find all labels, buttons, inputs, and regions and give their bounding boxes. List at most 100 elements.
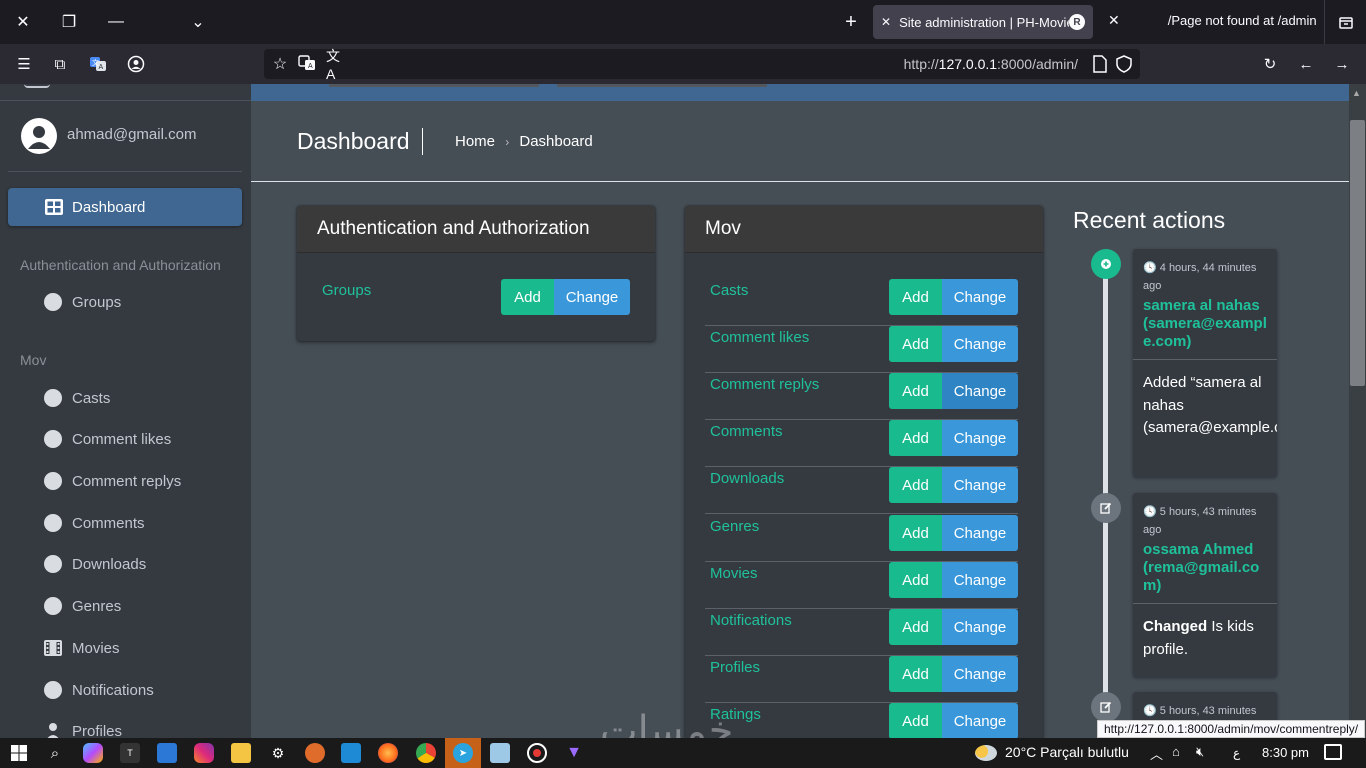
add-button[interactable]: Add (889, 515, 942, 551)
sidebar-item-casts[interactable]: Casts (44, 386, 110, 410)
add-button[interactable]: Add (889, 703, 942, 739)
typora-icon[interactable]: T (120, 743, 140, 763)
circle-icon (44, 514, 62, 532)
translate-extension-icon[interactable]: 文A (86, 52, 110, 76)
clock[interactable]: 8:30 pm (1262, 745, 1309, 760)
user-email[interactable]: ahmad@gmail.com (67, 126, 196, 143)
notepad-icon[interactable] (490, 743, 510, 763)
tab-page-not-found[interactable]: ✕ /Page not found at /admin (1108, 12, 1318, 29)
sidebar-item-comments[interactable]: Comments (44, 511, 145, 535)
tab-site-administration[interactable]: ✕ Site administration | PH-Movie R (873, 5, 1093, 39)
change-button[interactable]: Change (942, 326, 1018, 362)
add-button[interactable]: Add (889, 373, 942, 409)
model-link[interactable]: Movies (710, 565, 758, 582)
close-window-icon[interactable]: ✕ (11, 10, 35, 34)
change-button[interactable]: Change (554, 279, 630, 315)
breadcrumb-home[interactable]: Home (455, 133, 495, 150)
record-icon[interactable] (527, 743, 547, 763)
add-button[interactable]: Add (889, 467, 942, 503)
windows-start-icon[interactable] (9, 743, 29, 763)
model-link[interactable]: Genres (710, 518, 759, 535)
user-avatar-icon[interactable] (21, 118, 57, 154)
back-arrow-icon[interactable]: ← (1294, 52, 1318, 76)
speaker-muted-icon[interactable]: 🔇︎ (1196, 744, 1204, 760)
change-button[interactable]: Change (942, 420, 1018, 456)
firefox-view-icon[interactable] (1324, 0, 1366, 44)
sidebar-item-movies[interactable]: Movies (44, 636, 120, 660)
add-button[interactable]: Add (889, 656, 942, 692)
change-button[interactable]: Change (942, 373, 1018, 409)
add-button[interactable]: Add (501, 279, 554, 315)
navbar-search-edge (329, 84, 539, 87)
reader-view-icon[interactable] (1092, 55, 1110, 73)
sidebar-item-comment-likes[interactable]: Comment likes (44, 427, 171, 451)
bookmark-star-icon[interactable]: ☆ (270, 54, 290, 74)
add-button[interactable]: Add (889, 279, 942, 315)
model-link[interactable]: Notifications (710, 612, 792, 629)
tray-chevron-up-icon[interactable]: ︿ (1150, 744, 1163, 763)
change-button[interactable]: Change (942, 515, 1018, 551)
change-button[interactable]: Change (942, 703, 1018, 739)
close-tab-icon[interactable]: ✕ (881, 15, 891, 29)
change-button[interactable]: Change (942, 656, 1018, 692)
model-link[interactable]: Profiles (710, 659, 760, 676)
model-link[interactable]: Comments (710, 423, 783, 440)
model-link[interactable]: Comment replys (710, 376, 819, 393)
forward-arrow-icon[interactable]: → (1330, 52, 1354, 76)
restore-window-icon[interactable]: ❐ (57, 10, 81, 34)
action-user[interactable]: ossama Ahmed (rema@gmail.com) (1133, 539, 1277, 604)
new-tab-icon[interactable]: + (839, 10, 863, 34)
vpn-icon[interactable]: ▼ (564, 743, 584, 763)
firefox-icon[interactable] (378, 743, 398, 763)
scrollbar-thumb[interactable] (1350, 120, 1365, 386)
vscode-icon[interactable] (341, 743, 361, 763)
copilot-icon[interactable] (83, 743, 103, 763)
file-explorer-icon[interactable] (231, 743, 251, 763)
change-button[interactable]: Change (942, 562, 1018, 598)
tab-list-chevron-icon[interactable]: ⌄ (186, 10, 210, 34)
sidebar-item-notifications[interactable]: Notifications (44, 678, 154, 702)
search-icon[interactable]: ⌕ (45, 743, 65, 763)
chrome-icon[interactable] (416, 743, 436, 763)
weather-widget[interactable]: 20°C Parçalı bulutlu (975, 744, 1129, 762)
keyboard-language[interactable]: ع (1233, 746, 1240, 760)
settings-gear-icon[interactable]: ⚙ (268, 743, 288, 763)
translate-language-icon[interactable]: 文A (326, 48, 346, 82)
sidebar-item-groups[interactable]: Groups (44, 290, 121, 314)
sidebar-item-genres[interactable]: Genres (44, 594, 121, 618)
sidebar-item-downloads[interactable]: Downloads (44, 552, 146, 576)
menu-icon[interactable]: ☰ (12, 52, 36, 76)
sidebar-item-label: Comment likes (72, 430, 172, 448)
instagram-icon[interactable] (194, 743, 214, 763)
account-icon[interactable] (124, 52, 148, 76)
url-text[interactable]: http://127.0.0.1:8000/admin/ (904, 56, 1078, 72)
url-bar[interactable]: ☆ A 文A http://127.0.0.1:8000/admin/ (264, 48, 1140, 82)
scroll-up-arrow-icon[interactable]: ▲ (1352, 88, 1361, 98)
translate-page-icon[interactable]: A (298, 54, 318, 74)
add-button[interactable]: Add (889, 326, 942, 362)
sidebar-item-comment-replys[interactable]: Comment replys (44, 469, 181, 493)
shield-icon[interactable] (1116, 55, 1134, 73)
add-button[interactable]: Add (889, 562, 942, 598)
change-button[interactable]: Change (942, 467, 1018, 503)
app-icon[interactable] (305, 743, 325, 763)
circle-icon (44, 472, 62, 490)
model-link[interactable]: Downloads (710, 470, 784, 487)
model-link[interactable]: Comment likes (710, 329, 809, 346)
reload-icon[interactable]: ↻ (1258, 52, 1282, 76)
close-tab-icon[interactable]: ✕ (1108, 12, 1120, 29)
change-button[interactable]: Change (942, 609, 1018, 645)
network-icon[interactable]: ⌂ (1172, 744, 1180, 759)
minimize-window-icon[interactable]: — (104, 10, 128, 34)
model-link[interactable]: Casts (710, 282, 748, 299)
change-button[interactable]: Change (942, 279, 1018, 315)
sidebar-item-dashboard[interactable]: Dashboard (8, 188, 242, 226)
desktop-icon[interactable] (157, 743, 177, 763)
telegram-tab-highlight[interactable]: ➤ (445, 738, 481, 768)
model-link[interactable]: Groups (322, 282, 371, 299)
add-button[interactable]: Add (889, 609, 942, 645)
add-button[interactable]: Add (889, 420, 942, 456)
extension-puzzle-icon[interactable]: ⧉ (48, 52, 72, 76)
notification-center-icon[interactable] (1324, 744, 1342, 760)
action-user[interactable]: samera al nahas (samera@example.com) (1133, 295, 1277, 360)
